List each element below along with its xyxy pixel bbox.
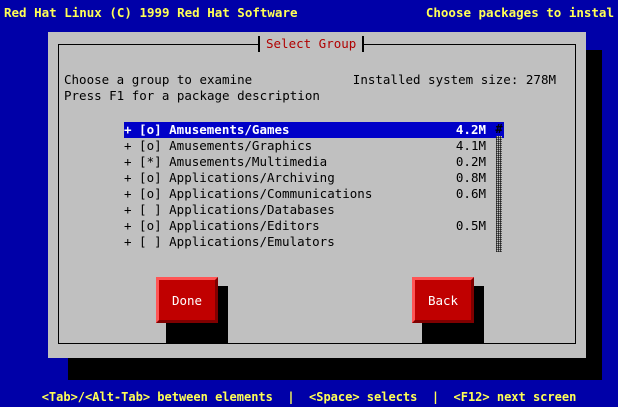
group-row[interactable]: + [o] Amusements/Graphics 4.1M xyxy=(124,138,504,154)
group-size: 4.1M xyxy=(455,138,486,153)
dialog-instructions: Choose a group to examine Press F1 for a… xyxy=(64,72,320,104)
group-name: + [o] Applications/Communications xyxy=(124,186,373,201)
group-row[interactable]: + [ ] Applications/Databases xyxy=(124,202,504,218)
back-button[interactable]: Back xyxy=(412,277,474,323)
group-row[interactable]: + [o] Applications/Communications 0.6M xyxy=(124,186,504,202)
group-size: 0.2M xyxy=(455,154,486,169)
done-button[interactable]: Done xyxy=(156,277,218,323)
group-name: + [*] Amusements/Multimedia xyxy=(124,154,328,169)
group-name: + [o] Amusements/Games xyxy=(124,122,290,137)
group-row[interactable]: + [o] Applications/Archiving 0.8M xyxy=(124,170,504,186)
instruction-line-1: Choose a group to examine xyxy=(64,72,253,87)
help-footer: <Tab>/<Alt-Tab> between elements | <Spac… xyxy=(41,390,577,404)
group-name: + [ ] Applications/Databases xyxy=(124,202,335,217)
group-size: 0.6M xyxy=(455,186,486,201)
group-row[interactable]: + [o] Applications/Editors 0.5M xyxy=(124,218,504,234)
group-name: + [o] Applications/Archiving xyxy=(124,170,335,185)
group-size: 0.5M xyxy=(455,218,486,233)
group-name: + [o] Applications/Editors xyxy=(124,218,320,233)
list-scrollbar[interactable]: # xyxy=(494,122,504,252)
dialog-title: Select Group xyxy=(258,36,365,52)
top-title-bar: Red Hat Linux (C) 1999 Red Hat Software … xyxy=(0,0,618,24)
package-group-list[interactable]: + [o] Amusements/Games 4.2M + [o] Amusemen… xyxy=(124,122,504,252)
group-size: 0.8M xyxy=(455,170,486,185)
instruction-line-2: Press F1 for a package description xyxy=(64,88,320,103)
group-size: 4.2M xyxy=(455,122,486,137)
group-name: + [o] Amusements/Graphics xyxy=(124,138,313,153)
scrollbar-thumb[interactable]: # xyxy=(495,122,503,136)
scrollbar-track[interactable] xyxy=(496,136,502,252)
group-row[interactable]: + [ ] Applications/Emulators xyxy=(124,234,504,250)
installer-title: Red Hat Linux (C) 1999 Red Hat Software xyxy=(4,4,298,20)
group-row[interactable]: + [o] Amusements/Games 4.2M xyxy=(124,122,504,138)
screen-title: Choose packages to instal xyxy=(425,4,614,20)
installed-size-label: Installed system size: 278M xyxy=(352,72,556,87)
select-group-dialog: Select Group Choose a group to examine P… xyxy=(48,32,586,358)
group-row[interactable]: + [*] Amusements/Multimedia 0.2M xyxy=(124,154,504,170)
group-name: + [ ] Applications/Emulators xyxy=(124,234,335,249)
